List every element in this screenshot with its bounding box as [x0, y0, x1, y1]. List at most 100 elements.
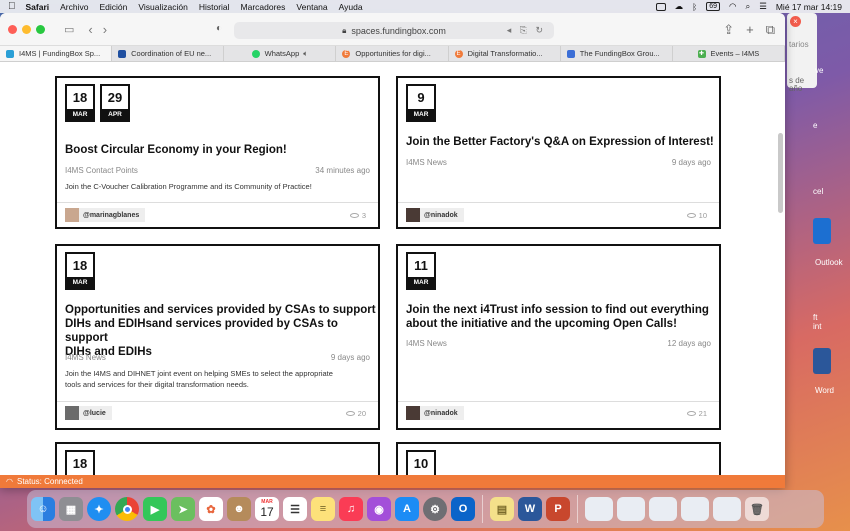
- new-tab-icon[interactable]: +: [746, 22, 754, 38]
- appstore-icon[interactable]: A: [395, 497, 419, 521]
- finder-icon[interactable]: ☺: [31, 497, 55, 521]
- close-icon[interactable]: ×: [790, 16, 801, 27]
- maximize-window-icon[interactable]: [36, 24, 45, 34]
- menu-marcadores[interactable]: Marcadores: [241, 2, 286, 12]
- view-count: 10: [686, 211, 707, 220]
- tab-i4ms[interactable]: I4MS | FundingBox Sp...: [0, 46, 113, 61]
- dock-separator: [482, 495, 483, 523]
- word-icon[interactable]: W: [518, 497, 542, 521]
- event-title[interactable]: Boost Circular Economy in your Region!: [65, 143, 287, 157]
- word-desktop-icon[interactable]: [813, 348, 831, 374]
- menu-edicion[interactable]: Edición: [99, 2, 127, 12]
- event-card[interactable]: 10: [396, 442, 721, 475]
- outlook-desktop-icon[interactable]: [813, 218, 831, 244]
- avatar: [65, 406, 79, 420]
- event-dates: 11 MAR: [406, 252, 436, 290]
- date-badge: 11 MAR: [406, 252, 436, 290]
- cloud-icon[interactable]: ☁: [675, 1, 684, 12]
- user-chip[interactable]: @marinagblanes: [65, 208, 146, 222]
- reminders-icon[interactable]: ☰: [283, 497, 307, 521]
- notes-icon[interactable]: ≡: [311, 497, 335, 521]
- window-thumbnail[interactable]: [649, 497, 677, 521]
- menu-visualizacion[interactable]: Visualización: [138, 2, 187, 12]
- event-source[interactable]: I4MS News: [65, 353, 106, 362]
- event-title[interactable]: Opportunities and services provided by C…: [65, 303, 378, 359]
- status-text: Status: Connected: [16, 477, 83, 486]
- share-icon[interactable]: ⇪: [723, 22, 734, 38]
- window-thumbnail[interactable]: [713, 497, 741, 521]
- sidebar-toggle-icon[interactable]: ▭: [64, 23, 74, 36]
- event-card[interactable]: 18: [55, 442, 380, 475]
- card-divider: [398, 202, 719, 203]
- minimize-window-icon[interactable]: [22, 24, 31, 34]
- date-day: 10: [413, 456, 429, 471]
- address-bar[interactable]: 🔒︎ spaces.fundingbox.com ◂ ⎘ ↻: [234, 22, 554, 39]
- url-bar-icons[interactable]: ◂ ⎘ ↻: [507, 25, 546, 36]
- card-divider: [398, 401, 719, 402]
- menu-app-name[interactable]: Safari: [26, 2, 50, 12]
- event-title[interactable]: Join the Better Factory's Q&A on Express…: [406, 135, 714, 149]
- event-card[interactable]: 18 MAR 29 APR Boost Circular Economy in …: [55, 76, 380, 229]
- podcasts-icon[interactable]: ◉: [367, 497, 391, 521]
- date-badge: 9 MAR: [406, 84, 436, 122]
- battery-icon[interactable]: 69: [706, 2, 721, 11]
- desktop-label: Outlook: [815, 258, 843, 267]
- tab-overview-icon[interactable]: ⧉: [766, 22, 775, 38]
- desktop-label: ve: [815, 66, 824, 75]
- event-source[interactable]: I4MS News: [406, 339, 447, 348]
- back-icon[interactable]: ‹: [88, 22, 92, 37]
- user-chip[interactable]: @lucie: [65, 406, 112, 420]
- contacts-icon[interactable]: ☻: [227, 497, 251, 521]
- search-icon[interactable]: ⌕: [745, 1, 750, 12]
- screen-icon[interactable]: [655, 2, 666, 11]
- tab-whatsapp[interactable]: WhatsApp 🔈︎: [224, 46, 337, 61]
- window-thumbnail[interactable]: [617, 497, 645, 521]
- close-window-icon[interactable]: [8, 24, 17, 34]
- user-chip[interactable]: @ninadok: [406, 208, 464, 222]
- event-card[interactable]: 18 MAR Opportunities and services provid…: [55, 244, 380, 430]
- wifi-icon[interactable]: ◠: [729, 1, 736, 12]
- privacy-shield-icon[interactable]: ◐: [216, 23, 222, 34]
- username: @marinagblanes: [83, 211, 140, 219]
- window-thumbnail[interactable]: [585, 497, 613, 521]
- tab-events[interactable]: ✚ Events – I4MS: [673, 46, 785, 61]
- event-card[interactable]: 11 MAR Join the next i4Trust info sessio…: [396, 244, 721, 430]
- stickies-icon[interactable]: ▤: [490, 497, 514, 521]
- trash-icon[interactable]: 🗑︎: [745, 497, 769, 521]
- tab-opportunities[interactable]: E Opportunities for digi...: [336, 46, 449, 61]
- menu-historial[interactable]: Historial: [199, 2, 230, 12]
- outlook-icon[interactable]: O: [451, 497, 475, 521]
- launchpad-icon[interactable]: ▦: [59, 497, 83, 521]
- settings-icon[interactable]: ⚙: [423, 497, 447, 521]
- menu-archivo[interactable]: Archivo: [60, 2, 88, 12]
- tab-fundingbox-group[interactable]: The FundingBox Grou...: [561, 46, 673, 61]
- maps-icon[interactable]: ➤: [171, 497, 195, 521]
- date-month: MAR: [408, 277, 434, 288]
- facetime-icon[interactable]: ▶: [143, 497, 167, 521]
- forward-icon[interactable]: ›: [103, 22, 107, 37]
- apple-icon[interactable]: : [8, 1, 16, 12]
- powerpoint-icon[interactable]: P: [546, 497, 570, 521]
- control-center-icon[interactable]: ☰: [759, 1, 767, 12]
- clock[interactable]: Mié 17 mar 14:19: [776, 2, 842, 12]
- event-source[interactable]: I4MS News: [406, 158, 447, 167]
- music-icon[interactable]: ♫: [339, 497, 363, 521]
- window-thumbnail[interactable]: [681, 497, 709, 521]
- scrollbar[interactable]: [778, 133, 783, 213]
- event-title[interactable]: Join the next i4Trust info session to fi…: [406, 303, 709, 331]
- event-source[interactable]: I4MS Contact Points: [65, 166, 138, 175]
- event-card[interactable]: 9 MAR Join the Better Factory's Q&A on E…: [396, 76, 721, 229]
- safari-icon[interactable]: ✦: [87, 497, 111, 521]
- tab-digital-transformation[interactable]: E Digital Transformatio...: [449, 46, 561, 61]
- tab-favicon: E: [454, 49, 463, 58]
- menu-ventana[interactable]: Ventana: [296, 2, 327, 12]
- tab-label: Coordination of EU ne...: [131, 49, 212, 58]
- tab-coordination[interactable]: Coordination of EU ne...: [112, 46, 225, 61]
- user-chip[interactable]: @ninadok: [406, 406, 464, 420]
- calendar-icon[interactable]: MAR 17: [255, 497, 279, 521]
- bluetooth-icon[interactable]: ᛒ: [692, 2, 697, 12]
- photos-icon[interactable]: ✿: [199, 497, 223, 521]
- speaker-icon[interactable]: 🔈︎: [303, 49, 308, 59]
- menu-ayuda[interactable]: Ayuda: [339, 2, 363, 12]
- chrome-icon[interactable]: [115, 497, 139, 521]
